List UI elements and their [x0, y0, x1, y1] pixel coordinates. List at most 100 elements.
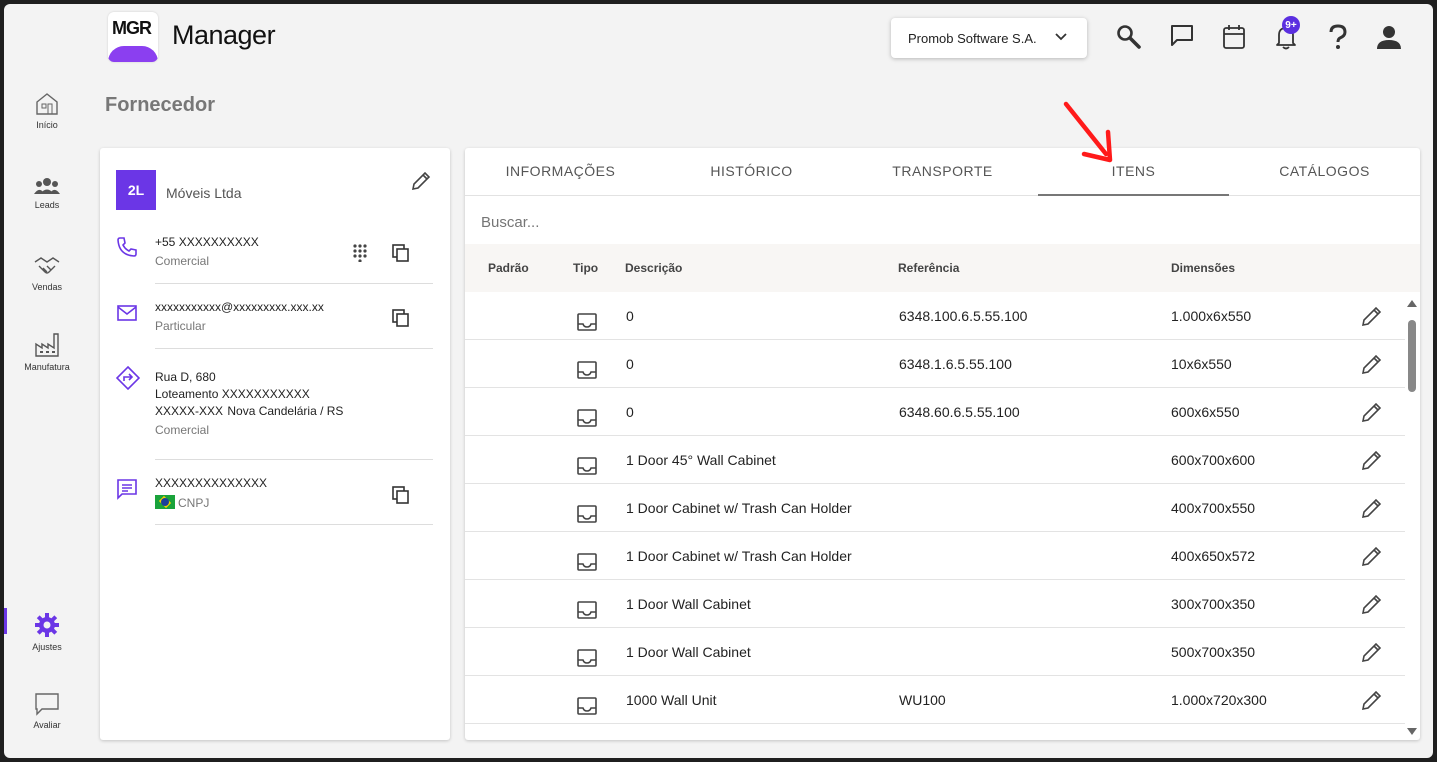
- logo-shape: [108, 46, 158, 62]
- edit-item-icon[interactable]: [1360, 400, 1384, 424]
- edit-item-button[interactable]: [1360, 496, 1384, 523]
- edit-item-icon[interactable]: [1360, 352, 1384, 376]
- sidebar: Início Leads Vendas Manufatura Ajustes A…: [4, 4, 90, 758]
- address-line3: XXXXX-XXX Nova Candelária / RS: [155, 404, 344, 418]
- copy-document-icon[interactable]: [392, 486, 410, 504]
- inbox-icon: [577, 313, 597, 331]
- table-row[interactable]: 0 6348.100.6.5.55.100 1.000x6x550: [465, 292, 1405, 340]
- sidebar-item-manufatura[interactable]: Manufatura: [4, 332, 90, 372]
- item-type-cell: [577, 505, 597, 526]
- help-icon[interactable]: [1328, 24, 1348, 50]
- table-row[interactable]: 1 Door Wall Cabinet 300x700x350: [465, 580, 1405, 628]
- column-dimensoes[interactable]: Dimensões: [1171, 261, 1235, 275]
- edit-item-icon[interactable]: [1360, 448, 1384, 472]
- mail-icon: [117, 305, 137, 321]
- user-icon[interactable]: [1376, 24, 1402, 50]
- company-select[interactable]: Promob Software S.A.: [891, 18, 1087, 58]
- address-type: Comercial: [155, 423, 210, 437]
- tab-historico[interactable]: HISTÓRICO: [656, 148, 847, 195]
- edit-item-icon[interactable]: [1360, 640, 1384, 664]
- items-table-body: 0 6348.100.6.5.55.100 1.000x6x550 0 6348.1.6…: [465, 292, 1405, 724]
- dialpad-icon[interactable]: [353, 244, 367, 262]
- edit-item-button[interactable]: [1360, 640, 1384, 667]
- tab-informacoes[interactable]: INFORMAÇÕES: [465, 148, 656, 195]
- scroll-up-arrow[interactable]: [1407, 300, 1417, 307]
- sidebar-item-vendas[interactable]: Vendas: [4, 254, 90, 292]
- edit-item-icon[interactable]: [1360, 304, 1384, 328]
- table-row[interactable]: 1 Door 45° Wall Cabinet 600x700x600: [465, 436, 1405, 484]
- item-description: 1000 Wall Unit: [626, 692, 717, 708]
- edit-supplier-icon[interactable]: [410, 170, 432, 192]
- edit-item-button[interactable]: [1360, 592, 1384, 619]
- table-row[interactable]: 0 6348.60.6.5.55.100 600x6x550: [465, 388, 1405, 436]
- item-type-cell: [577, 601, 597, 622]
- copy-phone-icon[interactable]: [392, 244, 410, 262]
- inbox-icon: [577, 553, 597, 571]
- edit-item-button[interactable]: [1360, 304, 1384, 331]
- item-type-cell: [577, 313, 597, 334]
- item-dimensions: 500x700x350: [1171, 644, 1256, 660]
- column-referencia[interactable]: Referência: [898, 261, 959, 275]
- copy-email-icon[interactable]: [392, 309, 410, 327]
- table-row[interactable]: 1 Door Wall Cabinet 500x700x350: [465, 628, 1405, 676]
- tab-transporte[interactable]: TRANSPORTE: [847, 148, 1038, 195]
- item-dimensions: 1.000x6x550: [1171, 308, 1252, 324]
- item-dimensions: 400x650x572: [1171, 548, 1256, 564]
- column-tipo[interactable]: Tipo: [573, 261, 598, 275]
- scrollbar-thumb[interactable]: [1408, 320, 1416, 392]
- tab-catalogos[interactable]: CATÁLOGOS: [1229, 148, 1420, 195]
- inbox-icon: [577, 409, 597, 427]
- address-row: Rua D, 680 Loteamento XXXXXXXXXXX XXXXX-…: [155, 369, 433, 460]
- edit-item-button[interactable]: [1360, 688, 1384, 715]
- notifications-badge: 9+: [1282, 16, 1300, 34]
- item-description: 1 Door Cabinet w/ Trash Can Holder: [626, 548, 852, 564]
- message-icon[interactable]: [1170, 24, 1194, 48]
- search-icon[interactable]: [1116, 24, 1142, 50]
- edit-item-icon[interactable]: [1360, 592, 1384, 616]
- column-padrao[interactable]: Padrão: [488, 261, 529, 275]
- people-icon: [34, 178, 60, 194]
- handshake-icon: [34, 257, 60, 274]
- edit-item-button[interactable]: [1360, 400, 1384, 427]
- home-icon: [36, 93, 58, 115]
- item-reference: 6348.60.6.5.55.100: [899, 404, 1020, 420]
- search-input[interactable]: [481, 214, 1381, 231]
- phone-icon: [117, 237, 137, 257]
- app-title: Manager: [172, 20, 276, 50]
- page-title: Fornecedor: [105, 94, 216, 116]
- sidebar-item-leads[interactable]: Leads: [4, 176, 90, 210]
- edit-item-button[interactable]: [1360, 448, 1384, 475]
- edit-item-button[interactable]: [1360, 544, 1384, 571]
- item-reference: 6348.100.6.5.55.100: [899, 308, 1028, 324]
- edit-item-button[interactable]: [1360, 352, 1384, 379]
- sidebar-item-label: Manufatura: [24, 362, 70, 372]
- item-dimensions: 600x700x600: [1171, 452, 1256, 468]
- item-type-cell: [577, 649, 597, 670]
- item-reference: WU100: [899, 692, 946, 708]
- sidebar-item-ajustes[interactable]: Ajustes: [4, 608, 90, 652]
- address-line1: Rua D, 680: [155, 370, 216, 384]
- scroll-down-arrow[interactable]: [1407, 728, 1417, 735]
- sidebar-item-avaliar[interactable]: Avaliar: [4, 692, 90, 730]
- edit-item-icon[interactable]: [1360, 496, 1384, 520]
- table-row[interactable]: 1 Door Cabinet w/ Trash Can Holder 400x70…: [465, 484, 1405, 532]
- table-row[interactable]: 1000 Wall Unit WU100 1.000x720x300: [465, 676, 1405, 724]
- item-dimensions: 300x700x350: [1171, 596, 1256, 612]
- item-type-cell: [577, 361, 597, 382]
- item-dimensions: 400x700x550: [1171, 500, 1256, 516]
- edit-item-icon[interactable]: [1360, 544, 1384, 568]
- chevron-down-icon: [1055, 33, 1067, 41]
- inbox-icon: [577, 505, 597, 523]
- sidebar-item-inicio[interactable]: Início: [4, 92, 90, 130]
- app-logo[interactable]: MGR: [108, 12, 158, 62]
- table-row[interactable]: 0 6348.1.6.5.55.100 10x6x550: [465, 340, 1405, 388]
- supplier-card: 2L Móveis Ltda +55 XXXXXXXXXX Comercial …: [100, 148, 450, 740]
- item-description: 1 Door Wall Cabinet: [626, 596, 751, 612]
- tab-bar: INFORMAÇÕES HISTÓRICO TRANSPORTE ITENS C…: [465, 148, 1420, 196]
- edit-item-icon[interactable]: [1360, 688, 1384, 712]
- item-description: 1 Door Cabinet w/ Trash Can Holder: [626, 500, 852, 516]
- calendar-icon[interactable]: [1222, 24, 1246, 50]
- table-row[interactable]: 1 Door Cabinet w/ Trash Can Holder 400x65…: [465, 532, 1405, 580]
- sidebar-item-label: Início: [36, 120, 58, 130]
- column-descricao[interactable]: Descrição: [625, 261, 682, 275]
